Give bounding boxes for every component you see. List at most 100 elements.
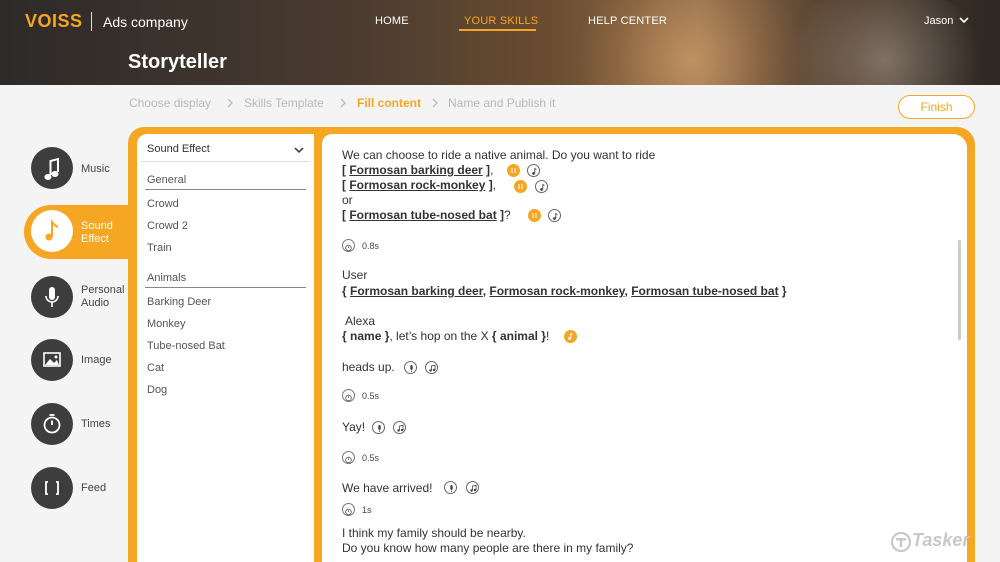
script-line[interactable]: I think my family should be nearby. bbox=[342, 526, 526, 540]
music-note-icon bbox=[31, 147, 73, 189]
list-item[interactable]: Cat bbox=[147, 362, 164, 374]
alexa-text: , let’s hop on the X bbox=[389, 329, 489, 343]
option-tube-nosed-bat[interactable]: Formosan tube-nosed bat bbox=[349, 208, 496, 222]
timer-icon bbox=[31, 403, 73, 445]
nav-home[interactable]: HOME bbox=[375, 15, 409, 27]
script-line[interactable]: heads up. bbox=[342, 360, 395, 374]
pause-duration[interactable]: 0.5s bbox=[362, 391, 379, 401]
list-item[interactable]: Crowd bbox=[147, 198, 179, 210]
option-rock-monkey[interactable]: Formosan rock-monkey bbox=[349, 178, 485, 192]
finish-button[interactable]: Finish bbox=[898, 95, 975, 119]
music-note-icon[interactable] bbox=[548, 209, 561, 222]
tool-label: Sound Effect bbox=[81, 220, 113, 245]
breadcrumb-fill-content[interactable]: Fill content bbox=[357, 96, 421, 110]
alexa-line[interactable]: { name }, let’s hop on the X { animal }! bbox=[342, 329, 549, 343]
watermark: Tasker bbox=[890, 529, 990, 557]
timer-icon[interactable] bbox=[342, 239, 355, 252]
microphone-icon bbox=[31, 276, 73, 318]
chevron-right-icon bbox=[227, 98, 233, 108]
pause-marker-icon[interactable] bbox=[528, 209, 541, 222]
music-note-icon[interactable] bbox=[527, 164, 540, 177]
pause-marker-icon[interactable] bbox=[514, 180, 527, 193]
group-heading-general: General bbox=[147, 174, 187, 186]
microphone-icon[interactable] bbox=[444, 481, 457, 494]
tool-label: Music bbox=[81, 163, 110, 175]
dropdown-value: Sound Effect bbox=[147, 143, 210, 155]
scrollbar[interactable] bbox=[958, 240, 961, 340]
script-option-line[interactable]: [ Formosan tube-nosed bat ]? bbox=[342, 208, 511, 222]
sound-list-panel: Sound Effect General Crowd Crowd 2 Train… bbox=[137, 134, 314, 562]
script-line[interactable]: or bbox=[342, 193, 353, 207]
user-menu[interactable]: Jason bbox=[924, 15, 953, 27]
image-icon bbox=[31, 339, 73, 381]
tool-label: Personal Audio bbox=[81, 284, 125, 309]
watermark-text: Tasker bbox=[912, 530, 970, 550]
breadcrumb-name-publish[interactable]: Name and Publish it bbox=[448, 96, 555, 110]
nav-active-underline bbox=[459, 29, 536, 31]
group-heading-animals: Animals bbox=[147, 272, 187, 284]
list-item[interactable]: Monkey bbox=[147, 318, 186, 330]
music-note-icon[interactable] bbox=[393, 421, 406, 434]
user-option[interactable]: Formosan barking deer bbox=[350, 284, 483, 298]
timer-icon[interactable] bbox=[342, 451, 355, 464]
slot-animal[interactable]: animal bbox=[500, 329, 538, 343]
slot-name[interactable]: name bbox=[350, 329, 381, 343]
speaker-label: Alexa bbox=[345, 314, 376, 328]
tool-music[interactable]: Music bbox=[0, 147, 130, 203]
script-line[interactable]: Yay! bbox=[342, 420, 365, 434]
music-note-icon[interactable] bbox=[564, 330, 577, 343]
chevron-down-icon[interactable] bbox=[293, 144, 305, 156]
brackets-icon bbox=[31, 467, 73, 509]
tool-personal-audio[interactable]: Personal Audio bbox=[0, 276, 130, 332]
tool-label: Feed bbox=[81, 482, 107, 494]
pause-duration[interactable]: 1s bbox=[362, 505, 372, 515]
chevron-down-icon[interactable] bbox=[958, 14, 970, 26]
breadcrumb-skills-template[interactable]: Skills Template bbox=[244, 96, 324, 110]
script-option-line[interactable]: [ Formosan barking deer ], bbox=[342, 163, 493, 177]
page-title: Storyteller bbox=[128, 51, 227, 73]
music-note-icon[interactable] bbox=[466, 481, 479, 494]
timer-icon[interactable] bbox=[342, 389, 355, 402]
nav-your-skills[interactable]: YOUR SKILLS bbox=[464, 15, 538, 27]
breadcrumb-choose-display[interactable]: Choose display bbox=[129, 96, 211, 110]
dropdown-divider bbox=[141, 161, 310, 162]
speaker-label: User bbox=[342, 268, 368, 282]
tool-feed[interactable]: Feed bbox=[0, 467, 130, 523]
group-divider bbox=[145, 287, 306, 288]
logo[interactable]: VOISS bbox=[25, 11, 83, 33]
music-note-icon[interactable] bbox=[425, 361, 438, 374]
list-item[interactable]: Barking Deer bbox=[147, 296, 211, 308]
logo-divider bbox=[91, 12, 92, 31]
microphone-icon[interactable] bbox=[372, 421, 385, 434]
pause-duration[interactable]: 0.5s bbox=[362, 453, 379, 463]
nav-help-center[interactable]: HELP CENTER bbox=[588, 15, 667, 27]
tool-image[interactable]: Image bbox=[0, 339, 130, 395]
pause-marker-icon[interactable] bbox=[507, 164, 520, 177]
app-root: VOISS Ads company HOME YOUR SKILLS HELP … bbox=[0, 0, 1000, 562]
list-item[interactable]: Tube-nosed Bat bbox=[147, 340, 225, 352]
user-option[interactable]: Formosan tube-nosed bat bbox=[631, 284, 778, 298]
music-note-icon bbox=[31, 210, 73, 252]
script-line[interactable]: We can choose to ride a native animal. D… bbox=[342, 148, 655, 162]
user-response-line[interactable]: { Formosan barking deer, Formosan rock-m… bbox=[342, 284, 787, 298]
option-barking-deer[interactable]: Formosan barking deer bbox=[349, 163, 482, 177]
chevron-right-icon bbox=[432, 98, 438, 108]
tool-label: Image bbox=[81, 354, 112, 366]
pause-duration[interactable]: 0.8s bbox=[362, 241, 379, 251]
script-line[interactable]: Do you know how many people are there in… bbox=[342, 541, 633, 555]
tasker-logo-icon bbox=[890, 531, 912, 553]
music-note-icon[interactable] bbox=[535, 180, 548, 193]
list-item[interactable]: Train bbox=[147, 242, 172, 254]
list-item[interactable]: Crowd 2 bbox=[147, 220, 188, 232]
group-divider bbox=[145, 189, 306, 190]
script-option-line[interactable]: [ Formosan rock-monkey ], bbox=[342, 178, 496, 192]
company-name: Ads company bbox=[103, 14, 188, 30]
list-item[interactable]: Dog bbox=[147, 384, 167, 396]
script-editor-panel[interactable] bbox=[322, 134, 967, 562]
script-line[interactable]: We have arrived! bbox=[342, 481, 433, 495]
timer-icon[interactable] bbox=[342, 503, 355, 516]
tool-times[interactable]: Times bbox=[0, 403, 130, 459]
microphone-icon[interactable] bbox=[404, 361, 417, 374]
tool-sound-effect[interactable]: Sound Effect bbox=[0, 203, 130, 259]
user-option[interactable]: Formosan rock-monkey bbox=[489, 284, 624, 298]
